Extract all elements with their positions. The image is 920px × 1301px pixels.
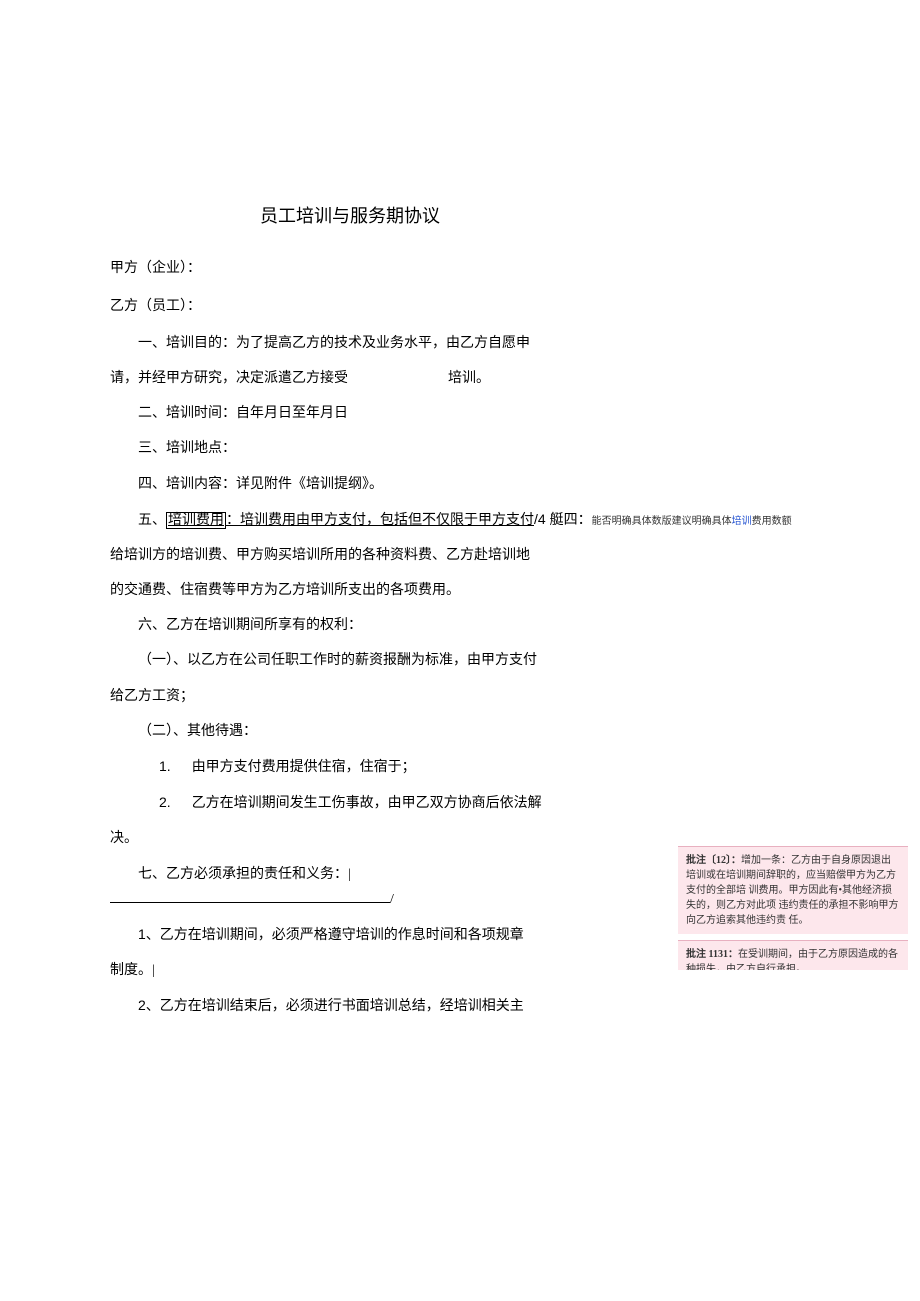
party-b: 乙方（员工）：: [110, 294, 590, 319]
clause-5-mid: ：培训费用由甲方支付，包括但不仅限于甲方支付: [226, 513, 534, 528]
clause-1-prefix: 请，并经甲方研究，决定派遣乙方接受: [110, 371, 348, 386]
clause-5-numref: /4 艇四：: [534, 511, 592, 527]
clause-5-underline: 培训费用: [168, 513, 224, 528]
clause-6-1a: （一）、以乙方在公司任职工作时的薪资报酬为标准，由甲方支付: [110, 648, 590, 673]
note-part-a: 能否明确具体数版建议明确具体: [592, 516, 732, 527]
clause-6-item-1: 1. 由甲方支付费用提供住宿，住宿于；: [138, 754, 590, 780]
comment-12-label: 批注〔12〕：: [686, 855, 741, 866]
item-1-number: 1.: [159, 758, 171, 774]
comment-box-12: 批注〔12〕：增加一条：乙方由于自身原因退出培训或在培训期间辞职的，应当赔偿甲方…: [678, 846, 908, 934]
clause-7-end: /: [390, 892, 394, 907]
clause-5-line3: 的交通费、住宿费等甲方为乙方培训所支出的各项费用。: [110, 578, 590, 603]
clause-2: 二、培训时间：自年月日至年月日: [110, 401, 590, 426]
item-1-text: 由甲方支付费用提供住宿，住宿于；: [192, 760, 416, 775]
clause-6-item-2b: 决。: [110, 826, 590, 851]
clause-7-2-text: 2、乙方在培训结束后，必须进行书面培训总结，经培训相关主: [138, 997, 524, 1013]
item-2-number: 2.: [159, 794, 171, 810]
clause-7-1b-mark: |: [152, 963, 155, 978]
document-title: 员工培训与服务期协议: [110, 200, 590, 232]
clause-5-note: 能否明确具体数版建议明确具体培训费用数额: [592, 516, 792, 527]
clause-7-prefix: 七、乙方必须承担的责任和义务：: [138, 867, 348, 882]
note-part-b: 培训: [732, 516, 752, 527]
clause-7-1b: 制度。|: [110, 958, 590, 983]
clause-5-boxed: 培训费用: [166, 512, 226, 529]
clause-7-blank: [110, 902, 390, 903]
note-part-c: 费用数额: [752, 516, 792, 527]
party-a: 甲方（企业）：: [110, 256, 590, 281]
clause-7-1a: 1、乙方在培训期间，必须严格遵守培训的作息时间和各项规章: [110, 922, 590, 948]
clause-6-1b: 给乙方工资；: [110, 684, 590, 709]
clause-4: 四、培训内容：详见附件《培训提纲》。: [110, 472, 590, 497]
clause-1-line2: 请，并经甲方研究，决定派遣乙方接受 培训。: [110, 366, 590, 391]
clause-6: 六、乙方在培训期间所享有的权利：: [110, 613, 590, 638]
item-2-text: 乙方在培训期间发生工伤事故，由甲乙双方协商后依法解: [192, 796, 542, 811]
clause-5-prefix: 五、: [138, 513, 166, 528]
clause-6-2: （二）、其他待遇：: [110, 719, 590, 744]
clause-7-2: 2、乙方在培训结束后，必须进行书面培训总结，经培训相关主: [110, 993, 590, 1019]
clause-5-line1: 五、培训费用：培训费用由甲方支付，包括但不仅限于甲方支付/4 艇四：能否明确具体…: [110, 507, 890, 533]
clause-1-line1: 一、培训目的：为了提高乙方的技术及业务水平，由乙方自愿申: [110, 331, 590, 356]
clause-7-1-text: 1、乙方在培训期间，必须严格遵守培训的作息时间和各项规章: [138, 926, 524, 942]
clause-7-1b-text: 制度。: [110, 963, 152, 978]
clause-3: 三、培训地点：: [110, 436, 590, 461]
clause-7: 七、乙方必须承担的责任和义务：| /: [110, 862, 590, 912]
comment-box-1131: 批注 1131：在受训期间，由于乙方原因造成的各种损失，由乙方自行承担。: [678, 940, 908, 970]
clause-5-line2: 给培训方的培训费、甲方购买培训所用的各种资料费、乙方赴培训地: [110, 543, 590, 568]
clause-1-suffix: 培训。: [448, 371, 490, 386]
clause-6-item-2: 2. 乙方在培训期间发生工伤事故，由甲乙双方协商后依法解: [138, 790, 590, 816]
comment-1131-label: 批注 1131：: [686, 949, 738, 960]
clause-7-mark: |: [348, 867, 351, 882]
